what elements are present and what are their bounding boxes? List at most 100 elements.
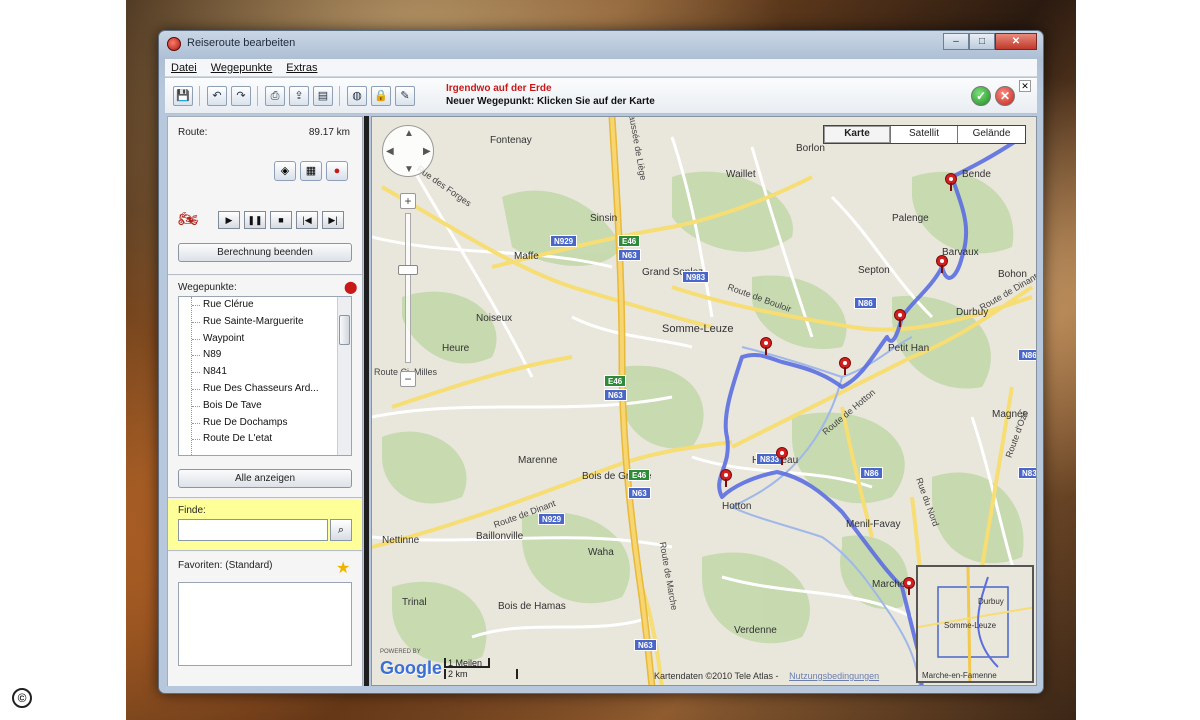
overview-label-durbuy: Durbuy bbox=[978, 597, 1004, 606]
toolbar: 💾 ↶ ↷ ⎙ ⇪ ▤ ◍ 🔒 ✎ Irgendwo auf der Erde … bbox=[165, 78, 1037, 114]
pan-down-icon[interactable]: ▼ bbox=[404, 164, 414, 175]
skip-forward-icon[interactable]: ▶| bbox=[322, 211, 344, 229]
save-icon[interactable]: 💾 bbox=[173, 86, 193, 106]
star-icon[interactable]: ★ bbox=[336, 558, 350, 578]
terms-link[interactable]: Nutzungsbedingungen bbox=[789, 671, 879, 681]
waypoint-marker[interactable] bbox=[720, 469, 732, 487]
waypoint-marker[interactable] bbox=[776, 447, 788, 465]
copyright-icon: © bbox=[12, 688, 32, 708]
minimize-button[interactable]: – bbox=[943, 33, 969, 50]
list-item[interactable]: Rue De Dochamps bbox=[179, 415, 351, 432]
export-icon[interactable]: ⇪ bbox=[289, 86, 309, 106]
map-label-heure: Heure bbox=[442, 343, 470, 354]
list-item[interactable]: Rue Clérue bbox=[179, 297, 351, 314]
map-label-waillet: Waillet bbox=[726, 169, 756, 180]
waypoint-name: Rue Sainte-Marguerite bbox=[203, 315, 304, 327]
close-button[interactable]: ✕ bbox=[995, 33, 1037, 50]
route-panel: Route: 89.17 km ◈ ▦ ● 🏍 ▶ ❚❚ ■ |◀ ▶| Ber… bbox=[168, 117, 362, 275]
waypoint-marker[interactable] bbox=[903, 577, 915, 595]
app-icon bbox=[167, 37, 181, 51]
pan-right-icon[interactable]: ▶ bbox=[423, 146, 431, 157]
cancel-icon[interactable]: ✕ bbox=[995, 86, 1015, 106]
stop-icon[interactable]: ■ bbox=[270, 211, 292, 229]
show-all-button[interactable]: Alle anzeigen bbox=[178, 469, 352, 488]
lock-icon[interactable]: 🔒 bbox=[371, 86, 391, 106]
map-label-somme-leuze: Somme-Leuze bbox=[662, 323, 734, 335]
close-panel-icon[interactable]: ✕ bbox=[1019, 80, 1031, 92]
pan-left-icon[interactable]: ◀ bbox=[386, 146, 394, 157]
map-label-menil-favay: Menil-Favay bbox=[846, 519, 901, 530]
list-item[interactable]: N841 bbox=[179, 364, 351, 381]
edit-icon[interactable]: ✎ bbox=[395, 86, 415, 106]
play-icon[interactable]: ▶ bbox=[218, 211, 240, 229]
confirm-icon[interactable]: ✓ bbox=[971, 86, 991, 106]
zoom-slider[interactable] bbox=[405, 213, 411, 363]
tree-connector bbox=[192, 372, 200, 374]
road-shield-n63: N63 bbox=[618, 249, 641, 261]
motorcycle-icon: 🏍 bbox=[178, 211, 199, 228]
pan-control[interactable]: ▲ ▼ ◀ ▶ bbox=[382, 125, 434, 177]
overview-map[interactable]: Durbuy Somme-Leuze Marche-en-Famenne bbox=[916, 565, 1034, 683]
redo-icon[interactable]: ↷ bbox=[231, 86, 251, 106]
favorites-list[interactable] bbox=[178, 582, 352, 666]
pause-icon[interactable]: ❚❚ bbox=[244, 211, 266, 229]
print-icon[interactable]: ⎙ bbox=[265, 86, 285, 106]
zoom-in-button[interactable]: + bbox=[400, 193, 416, 209]
google-logo[interactable]: Google bbox=[380, 658, 442, 679]
globe-icon[interactable]: ◍ bbox=[347, 86, 367, 106]
waypoint-list: Rue Clérue Rue Sainte-Marguerite Waypoint N… bbox=[178, 296, 352, 456]
pan-up-icon[interactable]: ▲ bbox=[404, 128, 414, 139]
list-item[interactable]: Rue Des Chasseurs Ard... bbox=[179, 381, 351, 398]
map-type-gelaende[interactable]: Gelände bbox=[958, 126, 1025, 143]
waypoint-scrollbar[interactable] bbox=[337, 297, 351, 455]
route-distance: 89.17 km bbox=[308, 127, 350, 138]
list-item[interactable]: Waypoint bbox=[179, 331, 351, 348]
waypoint-marker[interactable] bbox=[839, 357, 851, 375]
waypoints-panel: Wegepunkte: ⬤ Rue Clérue Rue Sainte-Margu… bbox=[168, 276, 362, 498]
zoom-out-button[interactable]: − bbox=[400, 371, 416, 387]
road-shield-e46-b: E46 bbox=[604, 375, 627, 387]
route-label: Route: bbox=[178, 127, 208, 138]
route-print-icon[interactable]: ▦ bbox=[300, 161, 322, 181]
find-input[interactable] bbox=[178, 519, 328, 541]
road-shield-n63-d: N63 bbox=[634, 639, 657, 651]
road-shield-e46-c: E46 bbox=[628, 469, 651, 481]
scroll-thumb[interactable] bbox=[339, 315, 350, 345]
stop-calculation-button[interactable]: Berechnung beenden bbox=[178, 243, 352, 262]
title-bar[interactable]: Reiseroute bearbeiten – □ ✕ bbox=[159, 31, 1043, 57]
waypoint-marker[interactable] bbox=[760, 337, 772, 355]
map-type-karte[interactable]: Karte bbox=[824, 126, 891, 143]
scale-miles: 1 Meilen bbox=[444, 658, 490, 668]
waypoint-marker[interactable] bbox=[936, 255, 948, 273]
road-shield-n86-b: N86 bbox=[860, 467, 883, 479]
find-search-icon[interactable]: ⌕ bbox=[330, 519, 352, 541]
import-icon[interactable]: ▤ bbox=[313, 86, 333, 106]
route-marker-icon[interactable]: ● bbox=[326, 161, 348, 181]
menu-datei[interactable]: Datei bbox=[171, 62, 197, 74]
map-label-fontenay: Fontenay bbox=[490, 135, 532, 146]
list-item[interactable]: Rue Sainte-Marguerite bbox=[179, 314, 351, 331]
route-globe-icon[interactable]: ◈ bbox=[274, 161, 296, 181]
panel-splitter[interactable] bbox=[364, 116, 369, 686]
undo-icon[interactable]: ↶ bbox=[207, 86, 227, 106]
road-shield-e46: E46 bbox=[618, 235, 641, 247]
menu-extras[interactable]: Extras bbox=[286, 62, 317, 74]
list-item[interactable]: Route De L'etat bbox=[179, 431, 351, 448]
overview-label-somme-leuze: Somme-Leuze bbox=[944, 621, 997, 630]
waypoint-name: Route De L'etat bbox=[203, 433, 273, 445]
menu-wegepunkte[interactable]: Wegepunkte bbox=[211, 62, 273, 74]
waypoint-marker[interactable] bbox=[945, 173, 957, 191]
new-waypoint-hint: Neuer Wegepunkt: Klicken Sie auf der Kar… bbox=[446, 96, 655, 107]
zoom-handle[interactable] bbox=[398, 265, 418, 275]
map-view[interactable]: Fontenay Borlon Bende Palenge Septon Boh… bbox=[371, 116, 1037, 686]
map-type-satellit[interactable]: Satellit bbox=[891, 126, 958, 143]
maximize-button[interactable]: □ bbox=[969, 33, 995, 50]
list-item[interactable]: Bois De Tave bbox=[179, 398, 351, 415]
map-label-nettinne: Nettinne bbox=[382, 535, 420, 546]
waypoint-marker[interactable] bbox=[894, 309, 906, 327]
skip-back-icon[interactable]: |◀ bbox=[296, 211, 318, 229]
list-item[interactable]: N89 bbox=[179, 347, 351, 364]
map-label-trinal: Trinal bbox=[402, 597, 427, 608]
waypoint-name: Rue De Dochamps bbox=[203, 416, 288, 428]
favorites-label: Favoriten: (Standard) bbox=[178, 560, 273, 571]
